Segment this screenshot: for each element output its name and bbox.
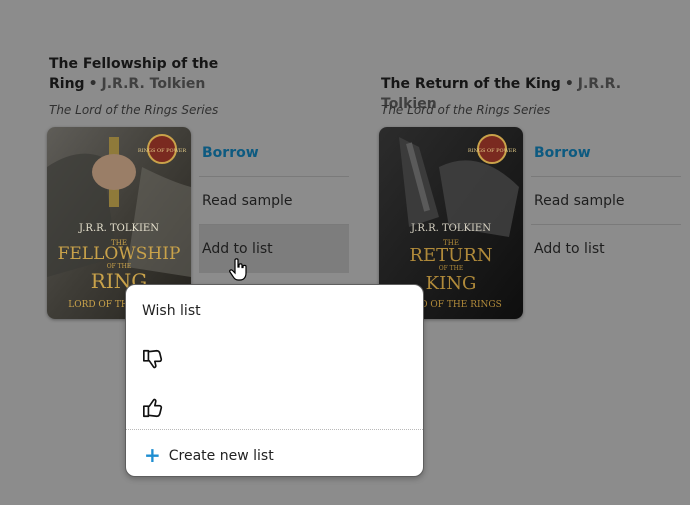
separator-dot: • (88, 76, 98, 92)
cover-badge: RINGS OF POWER (468, 148, 517, 154)
menu-divider (126, 429, 423, 430)
book-title-line: The Fellowship of the Ring • J.R.R. Tolkie… (49, 54, 309, 94)
borrow-button[interactable]: Borrow (531, 129, 681, 177)
book-actions: Borrow Read sample Add to list (531, 129, 681, 273)
add-to-list-menu: Wish list + Create new list (125, 284, 424, 477)
cover-author-text: J.R.R. TOLKIEN (78, 223, 159, 234)
borrow-button[interactable]: Borrow (199, 129, 349, 177)
book-series[interactable]: The Lord of the Rings Series (49, 103, 218, 117)
read-sample-button[interactable]: Read sample (531, 177, 681, 225)
cover-badge: RINGS OF POWER (138, 148, 187, 154)
hand-cursor-icon (229, 258, 247, 281)
cover-title-text: FELLOWSHIP (58, 244, 181, 264)
cover-title-text: RETURN (409, 245, 492, 266)
plus-icon: + (144, 443, 161, 467)
menu-item-wish-list[interactable]: Wish list (142, 303, 201, 319)
add-to-list-button[interactable]: Add to list (531, 225, 681, 273)
book-author[interactable]: J.R.R. Tolkien (102, 76, 206, 92)
thumbs-up-icon[interactable] (142, 397, 164, 419)
thumbs-down-icon[interactable] (142, 348, 164, 370)
cover-author-text: J.R.R. TOLKIEN (410, 223, 491, 234)
separator-dot: • (564, 76, 574, 92)
add-to-list-button[interactable]: Add to list (199, 225, 349, 273)
read-sample-button[interactable]: Read sample (199, 177, 349, 225)
book-series[interactable]: The Lord of the Rings Series (381, 103, 550, 117)
create-new-list-label: Create new list (168, 448, 274, 464)
create-new-list-button[interactable]: + Create new list (144, 443, 274, 467)
cover-title-text-2: KING (426, 273, 477, 294)
cover-of-the-text: OF THE (439, 265, 464, 272)
book-title[interactable]: The Return of the King (381, 76, 561, 92)
book-actions: Borrow Read sample Add to list (199, 129, 349, 273)
